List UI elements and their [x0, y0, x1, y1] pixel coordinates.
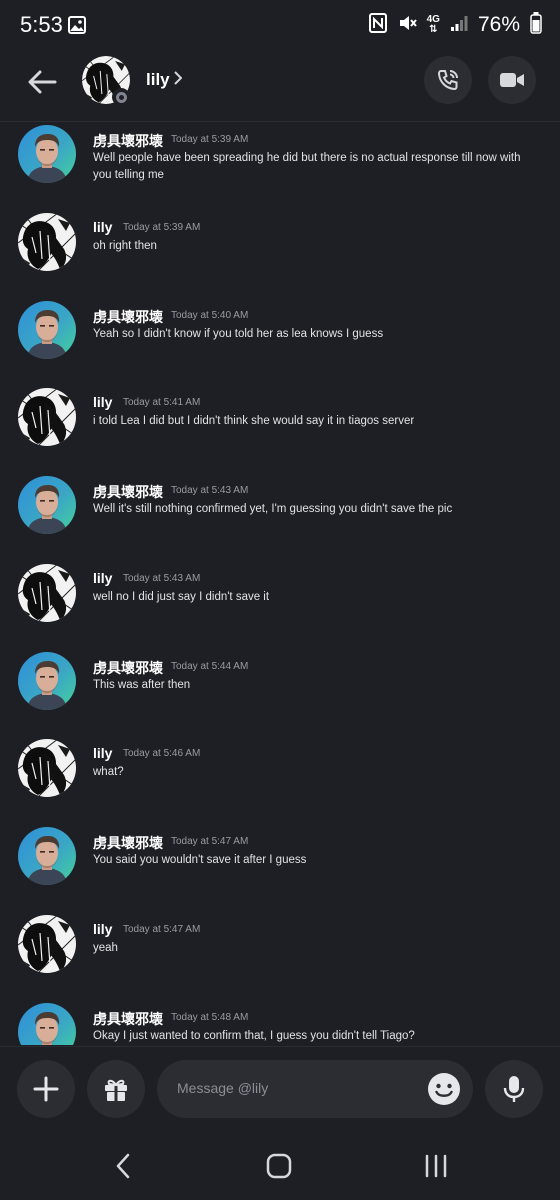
user-avatar[interactable] — [18, 213, 76, 271]
user-avatar[interactable] — [18, 388, 76, 446]
message-timestamp: Today at 5:48 AM — [171, 1012, 249, 1023]
offline-status-icon — [112, 88, 130, 106]
user-avatar[interactable] — [18, 652, 76, 710]
video-call-icon — [500, 73, 524, 87]
network-4g: 4G ⇅ — [426, 14, 440, 35]
video-call-button[interactable] — [488, 56, 536, 104]
nav-back-button[interactable] — [93, 1146, 153, 1186]
signal-icon — [450, 14, 468, 37]
message-timestamp: Today at 5:39 AM — [171, 134, 249, 145]
gallery-icon — [68, 16, 86, 34]
chat-header: lily — [0, 52, 560, 122]
message-timestamp: Today at 5:47 AM — [171, 836, 249, 847]
user-avatar[interactable] — [18, 564, 76, 622]
nav-recents-button[interactable] — [406, 1146, 466, 1186]
message-author[interactable]: lily — [93, 570, 112, 586]
message-author[interactable]: 虏具壞邪壊 — [93, 131, 163, 151]
message-author[interactable]: lily — [93, 745, 112, 761]
message-author[interactable]: lily — [93, 921, 112, 937]
message-input-placeholder: Message @lily — [177, 1080, 269, 1096]
message-composer: Message @lily — [0, 1046, 560, 1132]
emoji-icon[interactable] — [427, 1072, 461, 1106]
message-timestamp: Today at 5:47 AM — [123, 924, 201, 935]
message-timestamp: Today at 5:44 AM — [171, 661, 249, 672]
user-avatar[interactable] — [18, 1003, 76, 1045]
message-list[interactable]: 虏具壞邪壊 Today at 5:39 AM Well people have … — [0, 123, 560, 1045]
user-avatar[interactable] — [18, 827, 76, 885]
contact-name[interactable]: lily — [146, 70, 170, 90]
microphone-icon — [503, 1076, 525, 1102]
back-arrow-icon — [28, 70, 57, 94]
contact-avatar[interactable] — [82, 56, 130, 106]
message-timestamp: Today at 5:41 AM — [123, 397, 201, 408]
message-timestamp: Today at 5:43 AM — [171, 485, 249, 496]
gift-icon — [105, 1079, 127, 1101]
attach-button[interactable] — [17, 1060, 75, 1118]
message-text: Well it's still nothing confirmed yet, I… — [93, 503, 453, 515]
message-timestamp: Today at 5:40 AM — [171, 310, 249, 321]
nav-recents-icon — [425, 1154, 447, 1178]
user-avatar[interactable] — [18, 125, 76, 183]
message-text: Well people have been spreading he did b… — [93, 152, 521, 181]
message-input[interactable]: Message @lily — [157, 1060, 473, 1118]
user-avatar[interactable] — [18, 739, 76, 797]
nfc-icon — [368, 12, 387, 38]
message-author[interactable]: 虏具壞邪壊 — [93, 1009, 163, 1029]
network-label: 4G — [426, 14, 440, 25]
message-author[interactable]: 虏具壞邪壊 — [93, 307, 163, 327]
message-text: yeah — [93, 942, 118, 954]
message-text: oh right then — [93, 240, 157, 252]
status-time: 5:53 — [20, 12, 63, 37]
message-text: what? — [93, 766, 124, 778]
message-text: Okay I just wanted to confirm that, I gu… — [93, 1030, 415, 1042]
message-timestamp: Today at 5:46 AM — [123, 748, 201, 759]
message-text: Yeah so I didn't know if you told her as… — [93, 328, 384, 340]
voice-message-button[interactable] — [485, 1060, 543, 1118]
battery-icon — [530, 11, 542, 39]
status-bar: 5:53 4G ⇅ 76% — [0, 0, 560, 52]
message-timestamp: Today at 5:43 AM — [123, 573, 201, 584]
message-author[interactable]: 虏具壞邪壊 — [93, 658, 163, 678]
message-author[interactable]: lily — [93, 394, 112, 410]
gift-button[interactable] — [87, 1060, 145, 1118]
message-text: This was after then — [93, 679, 191, 691]
message-text: You said you wouldn't save it after I gu… — [93, 854, 307, 866]
battery-percent: 76% — [477, 13, 520, 36]
message-author[interactable]: 虏具壞邪壊 — [93, 482, 163, 502]
plus-icon — [33, 1076, 59, 1102]
status-icons: 4G ⇅ 76% — [368, 11, 542, 39]
chevron-right-icon[interactable] — [174, 71, 183, 90]
voice-call-button[interactable] — [424, 56, 472, 104]
phone-call-icon — [437, 70, 458, 91]
user-avatar[interactable] — [18, 915, 76, 973]
nav-home-button[interactable] — [249, 1146, 309, 1186]
message-author[interactable]: lily — [93, 219, 112, 235]
message-author[interactable]: 虏具壞邪壊 — [93, 833, 163, 853]
user-avatar[interactable] — [18, 476, 76, 534]
nav-home-icon — [266, 1153, 292, 1179]
mute-icon — [397, 13, 417, 38]
message-text: i told Lea I did but I didn't think she … — [93, 415, 415, 427]
nav-back-icon — [116, 1153, 130, 1179]
system-nav-bar — [0, 1132, 560, 1200]
message-timestamp: Today at 5:39 AM — [123, 222, 201, 233]
back-button[interactable] — [22, 62, 62, 102]
message-text: well no I did just say I didn't save it — [93, 591, 270, 603]
user-avatar[interactable] — [18, 301, 76, 359]
